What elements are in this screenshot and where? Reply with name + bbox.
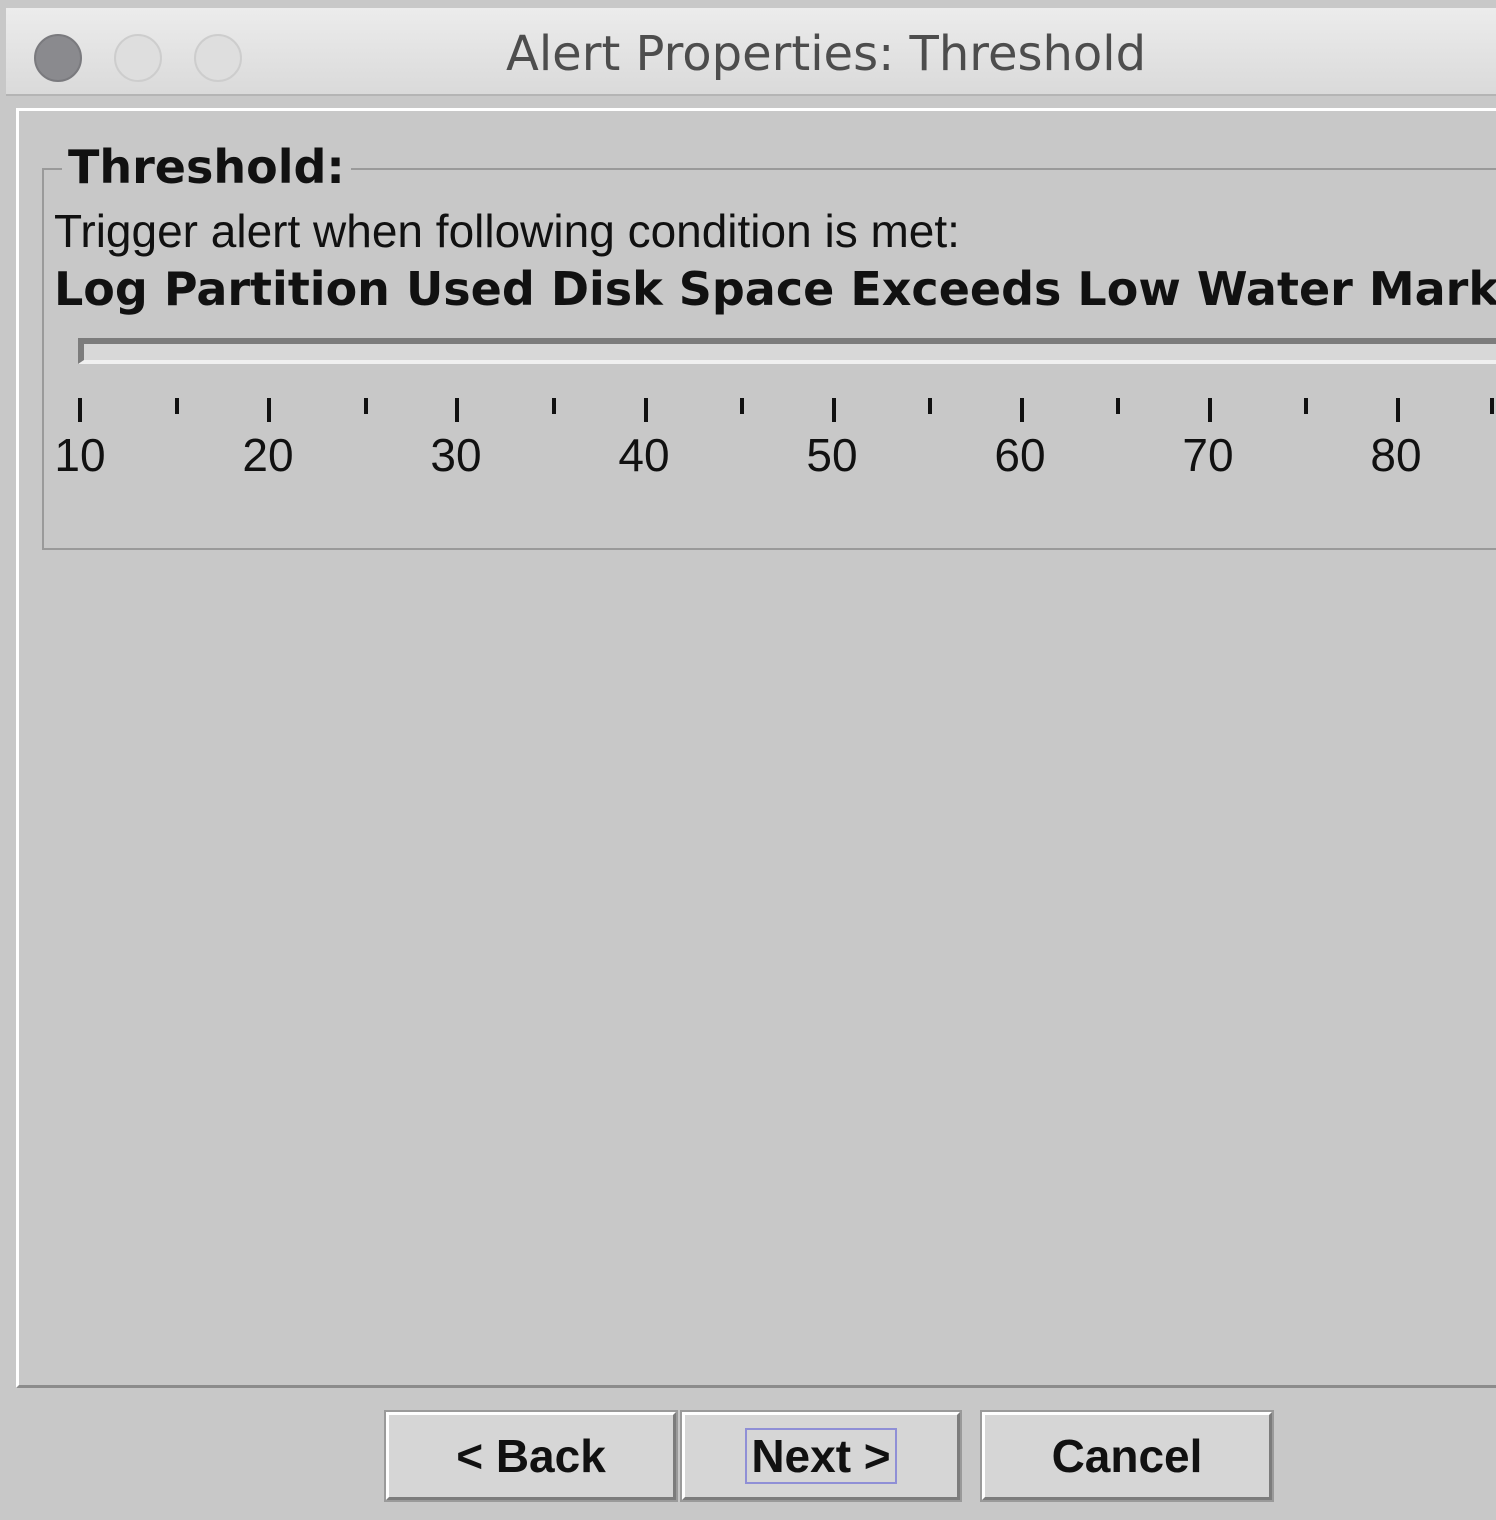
next-button[interactable]: Next > (680, 1410, 962, 1502)
slider-minor-tick (1490, 398, 1494, 414)
slider-tick-label: 70 (1182, 429, 1234, 481)
back-button[interactable]: < Back (384, 1410, 678, 1502)
cancel-button-label: Cancel (1051, 1430, 1203, 1482)
next-button-label: Next > (745, 1428, 897, 1484)
cancel-button[interactable]: Cancel (980, 1410, 1274, 1502)
slider-tick-label: 80 (1370, 429, 1422, 481)
slider-minor-tick (928, 398, 932, 414)
slider-minor-tick (364, 398, 368, 414)
slider-tick-label: 30 (430, 429, 482, 481)
slider-tick-label: 50 (806, 429, 858, 481)
slider-tick-label: 40 (618, 429, 670, 481)
slider-major-tick (1208, 398, 1212, 422)
threshold-group-title: Threshold: (62, 140, 351, 194)
slider-minor-tick (1116, 398, 1120, 414)
slider-minor-tick (175, 398, 179, 414)
window-title: Alert Properties: Threshold (506, 26, 1147, 82)
slider-tick-label: 60 (994, 429, 1046, 481)
slider-major-tick (1396, 398, 1400, 422)
slider-major-tick (267, 398, 271, 422)
slider-minor-tick (740, 398, 744, 414)
slider-minor-tick (1304, 398, 1308, 414)
zoom-window-button[interactable] (194, 34, 242, 82)
back-button-label: < Back (456, 1430, 606, 1482)
threshold-slider[interactable] (78, 338, 1496, 364)
slider-major-tick (644, 398, 648, 422)
slider-tick-label: 20 (242, 429, 294, 481)
close-window-button[interactable] (34, 34, 82, 82)
slider-minor-tick (552, 398, 556, 414)
slider-tick-label: 10 (54, 429, 106, 481)
minimize-window-button[interactable] (114, 34, 162, 82)
alert-properties-window: Alert Properties: Threshold Threshold: T… (0, 0, 1496, 1520)
slider-major-tick (455, 398, 459, 422)
trigger-description: Trigger alert when following condition i… (54, 205, 960, 257)
slider-major-tick (832, 398, 836, 422)
title-bar[interactable]: Alert Properties: Threshold (6, 8, 1496, 96)
condition-text: Log Partition Used Disk Space Exceeds Lo… (54, 262, 1496, 316)
slider-major-tick (78, 398, 82, 422)
slider-major-tick (1020, 398, 1024, 422)
